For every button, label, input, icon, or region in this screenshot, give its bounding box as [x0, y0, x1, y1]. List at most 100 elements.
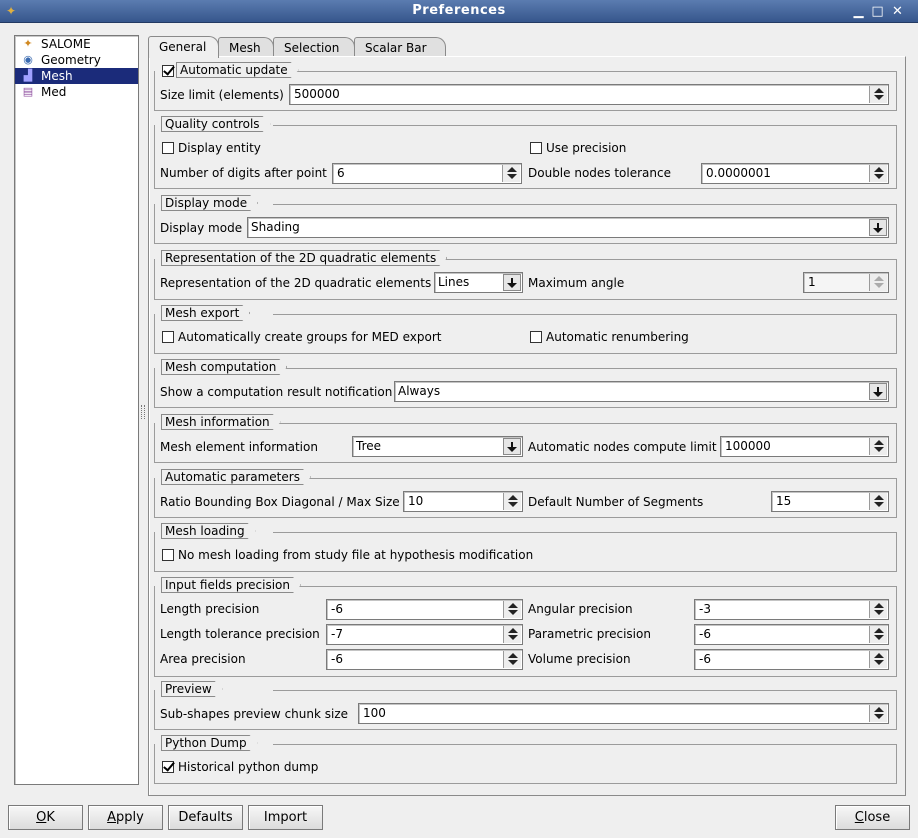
close-icon[interactable]: ✕ — [890, 4, 905, 19]
volume-precision-spinbox[interactable]: -6 — [694, 649, 889, 670]
tab-scalar-bar[interactable]: Scalar Bar — [354, 37, 446, 57]
max-angle-label: Maximum angle — [528, 276, 625, 290]
historical-dump-checkbox[interactable] — [162, 761, 174, 773]
length-tolerance-label: Length tolerance precision — [160, 627, 320, 641]
ok-button[interactable]: OK — [8, 805, 83, 830]
chevron-down-icon[interactable] — [869, 219, 887, 236]
group-display-mode: Display mode Display mode Shading — [154, 204, 897, 244]
spin-arrows-icon[interactable] — [869, 626, 887, 643]
group-title: Mesh information — [161, 414, 281, 430]
group-quality-controls: Quality controls Display entity Use prec… — [154, 125, 897, 189]
group-title: Mesh loading — [161, 523, 256, 539]
defaults-button[interactable]: Defaults — [168, 805, 243, 830]
historical-dump-label: Historical python dump — [178, 760, 319, 774]
group-title: Automatic parameters — [161, 469, 311, 485]
spin-arrows-icon[interactable] — [869, 601, 887, 618]
ratio-value: 10 — [408, 494, 424, 508]
group-input-precision: Input fields precision Length precision … — [154, 586, 897, 677]
group-title: Mesh export — [161, 305, 250, 321]
display-entity-label: Display entity — [178, 141, 261, 155]
import-button[interactable]: Import — [248, 805, 323, 830]
max-angle-spinbox[interactable]: 1 — [803, 272, 889, 293]
angular-precision-spinbox[interactable]: -3 — [694, 599, 889, 620]
tree-item-label: Mesh — [41, 69, 73, 83]
size-limit-spinbox[interactable]: 500000 — [289, 84, 889, 105]
group-mesh-computation: Mesh computation Show a computation resu… — [154, 368, 897, 408]
auto-renumber-checkbox[interactable] — [530, 331, 542, 343]
notification-label: Show a computation result notification — [160, 385, 393, 399]
size-limit-label: Size limit (elements) — [160, 88, 284, 102]
spin-arrows-icon[interactable] — [869, 705, 887, 722]
mesh-icon: ▟ — [23, 69, 33, 82]
spin-arrows-icon[interactable] — [503, 493, 521, 510]
title-bar[interactable]: ✦ Preferences ▁ □ ✕ — [0, 0, 918, 23]
apply-button[interactable]: Apply — [88, 805, 163, 830]
spin-arrows-icon[interactable] — [869, 165, 887, 182]
element-info-combobox[interactable]: Tree — [352, 436, 523, 457]
spin-arrows-icon[interactable] — [869, 438, 887, 455]
length-tolerance-spinbox[interactable]: -7 — [326, 624, 523, 645]
digits-spinbox[interactable]: 6 — [332, 163, 522, 184]
area-precision-spinbox[interactable]: -6 — [326, 649, 523, 670]
display-mode-label: Display mode — [160, 221, 243, 235]
nodes-limit-spinbox[interactable]: 100000 — [720, 436, 889, 457]
spin-arrows-icon[interactable] — [869, 274, 887, 291]
spin-arrows-icon[interactable] — [869, 651, 887, 668]
parametric-precision-spinbox[interactable]: -6 — [694, 624, 889, 645]
area-precision-label: Area precision — [160, 652, 246, 666]
group-preview: Preview Sub-shapes preview chunk size 10… — [154, 690, 897, 730]
element-info-value: Tree — [356, 439, 382, 453]
minimize-icon[interactable]: ▁ — [851, 4, 866, 19]
tree-item-mesh[interactable]: ▟ Mesh — [15, 68, 138, 84]
tab-selection[interactable]: Selection — [273, 37, 355, 57]
tree-item-geometry[interactable]: ◉ Geometry — [15, 52, 138, 68]
max-angle-value: 1 — [808, 275, 816, 289]
parametric-precision-label: Parametric precision — [528, 627, 651, 641]
group-title: Automatic update — [176, 62, 299, 78]
chevron-down-icon[interactable] — [503, 438, 521, 455]
spin-arrows-icon[interactable] — [503, 601, 521, 618]
med-icon: ▤ — [22, 85, 34, 98]
tree-item-med[interactable]: ▤ Med — [15, 84, 138, 100]
quadratic-combobox[interactable]: Lines — [434, 272, 523, 293]
close-label: lose — [863, 810, 891, 825]
segments-spinbox[interactable]: 15 — [771, 491, 889, 512]
med-groups-checkbox[interactable] — [162, 331, 174, 343]
display-entity-checkbox[interactable] — [162, 142, 174, 154]
tolerance-spinbox[interactable]: 0.0000001 — [701, 163, 889, 184]
chunk-size-spinbox[interactable]: 100 — [358, 703, 889, 724]
tab-general[interactable]: General — [148, 36, 219, 58]
window-title: Preferences — [412, 3, 506, 18]
spin-arrows-icon[interactable] — [503, 626, 521, 643]
tab-mesh[interactable]: Mesh — [218, 37, 274, 57]
group-title: Quality controls — [161, 116, 271, 132]
chunk-size-label: Sub-shapes preview chunk size — [160, 707, 349, 721]
length-precision-spinbox[interactable]: -6 — [326, 599, 523, 620]
notification-combobox[interactable]: Always — [394, 381, 889, 402]
maximize-icon[interactable]: □ — [870, 4, 885, 19]
automatic-update-checkbox[interactable] — [162, 65, 174, 77]
element-info-label: Mesh element information — [160, 440, 318, 454]
nodes-limit-value: 100000 — [725, 439, 771, 453]
use-precision-checkbox[interactable] — [530, 142, 542, 154]
spin-arrows-icon[interactable] — [869, 86, 887, 103]
module-tree[interactable]: ✦ SALOME ◉ Geometry ▟ Mesh ▤ Med — [14, 35, 139, 785]
display-mode-combobox[interactable]: Shading — [247, 217, 889, 238]
splitter-handle[interactable] — [141, 405, 145, 419]
chevron-down-icon[interactable] — [503, 274, 521, 291]
quadratic-value: Lines — [438, 275, 470, 289]
tolerance-value: 0.0000001 — [706, 166, 771, 180]
group-automatic-parameters: Automatic parameters Ratio Bounding Box … — [154, 478, 897, 518]
chevron-down-icon[interactable] — [869, 383, 887, 400]
spin-arrows-icon[interactable] — [869, 493, 887, 510]
no-mesh-loading-checkbox[interactable] — [162, 549, 174, 561]
close-button[interactable]: Close — [835, 805, 910, 830]
ratio-spinbox[interactable]: 10 — [403, 491, 523, 512]
size-limit-value: 500000 — [294, 87, 340, 101]
group-python-dump: Python Dump Historical python dump — [154, 744, 897, 784]
length-tolerance-value: -7 — [331, 627, 343, 641]
spin-arrows-icon[interactable] — [503, 651, 521, 668]
spin-arrows-icon[interactable] — [502, 165, 520, 182]
group-mesh-information: Mesh information Mesh element informatio… — [154, 423, 897, 463]
tree-item-salome[interactable]: ✦ SALOME — [15, 36, 138, 52]
